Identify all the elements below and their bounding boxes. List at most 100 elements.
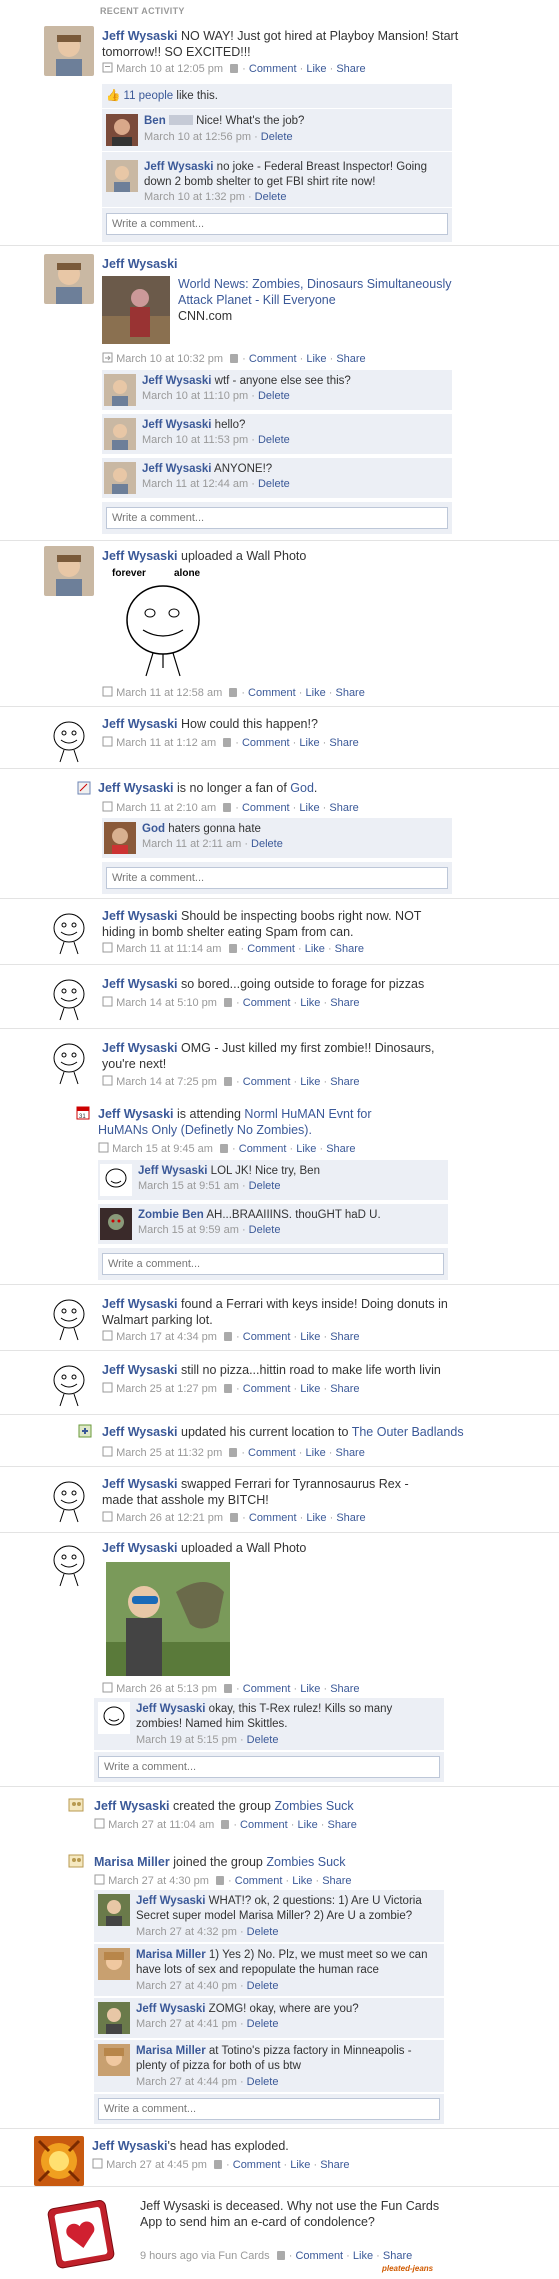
avatar[interactable]	[104, 462, 136, 494]
share-link[interactable]: Share	[383, 2250, 412, 2262]
like-link[interactable]: Like	[305, 943, 325, 955]
delete-link[interactable]: Delete	[249, 1224, 281, 1236]
comment-input[interactable]: Write a comment...	[106, 867, 448, 889]
forever-alone-avatar[interactable]	[44, 1036, 94, 1086]
comment-link[interactable]: Comment	[243, 997, 291, 1009]
avatar[interactable]	[106, 160, 138, 192]
author-name[interactable]: Jeff Wysaski	[102, 1041, 178, 1055]
explosion-avatar[interactable]	[34, 2136, 84, 2186]
avatar[interactable]	[98, 2002, 130, 2034]
commenter-name[interactable]: Jeff Wysaski	[136, 1895, 205, 1907]
forever-alone-avatar[interactable]	[44, 1292, 94, 1342]
like-link[interactable]: Like	[306, 1512, 326, 1524]
like-link[interactable]: Like	[299, 802, 319, 814]
author-name[interactable]: Jeff Wysaski	[94, 1799, 170, 1813]
author-name[interactable]: Jeff Wysaski	[98, 781, 174, 795]
avatar[interactable]	[98, 1948, 130, 1980]
forever-alone-avatar[interactable]	[44, 972, 94, 1022]
share-link[interactable]: Share	[336, 1512, 365, 1524]
share-link[interactable]: Share	[320, 2159, 349, 2171]
forever-alone-avatar[interactable]	[44, 1538, 94, 1588]
link-thumbnail[interactable]	[102, 276, 170, 344]
share-link[interactable]: Share	[327, 1819, 356, 1831]
delete-link[interactable]: Delete	[258, 478, 290, 490]
comment-link[interactable]: Comment	[248, 1447, 296, 1459]
author-name[interactable]: Jeff Wysaski	[102, 1363, 178, 1377]
share-link[interactable]: Share	[329, 802, 358, 814]
avatar[interactable]	[44, 254, 94, 304]
comment-link[interactable]: Comment	[247, 943, 295, 955]
forever-alone-avatar[interactable]	[44, 1474, 94, 1524]
commenter-name[interactable]: Jeff Wysaski	[142, 463, 211, 475]
comment-link[interactable]: Comment	[242, 737, 290, 749]
forever-alone-avatar[interactable]	[44, 906, 94, 956]
delete-link[interactable]: Delete	[258, 390, 290, 402]
like-link[interactable]: Like	[300, 997, 320, 1009]
location-link[interactable]: The Outer Badlands	[352, 1425, 464, 1439]
comment-link[interactable]: Comment	[235, 1875, 283, 1887]
comment-input[interactable]: Write a comment...	[106, 507, 448, 529]
forever-alone-avatar[interactable]	[98, 1702, 130, 1734]
commenter-name[interactable]: Zombie Ben	[138, 1209, 204, 1221]
like-link[interactable]: Like	[290, 2159, 310, 2171]
comment-input[interactable]: Write a comment...	[98, 2098, 440, 2120]
author-name[interactable]: Jeff Wysaski	[102, 29, 178, 43]
commenter-name[interactable]: Jeff Wysaski	[142, 419, 211, 431]
author-name[interactable]: Marisa Miller	[94, 1855, 170, 1869]
author-name[interactable]: Jeff Wysaski	[102, 717, 178, 731]
like-link[interactable]: Like	[300, 1683, 320, 1695]
comment-link[interactable]: Comment	[249, 353, 297, 365]
delete-link[interactable]: Delete	[247, 1926, 279, 1938]
avatar[interactable]	[104, 374, 136, 406]
like-link[interactable]: Like	[306, 1447, 326, 1459]
comment-input[interactable]: Write a comment...	[102, 1253, 444, 1275]
author-name[interactable]: Jeff Wysaski	[102, 977, 178, 991]
comment-link[interactable]: Comment	[243, 1076, 291, 1088]
fun-cards-app-icon[interactable]	[42, 2196, 122, 2272]
author-name[interactable]: Jeff Wysaski	[102, 1541, 178, 1555]
comment-link[interactable]: Comment	[295, 2250, 343, 2262]
like-link[interactable]: Like	[353, 2250, 373, 2262]
share-link[interactable]: Share	[330, 997, 359, 1009]
comment-link[interactable]: Comment	[239, 1143, 287, 1155]
forever-alone-avatar[interactable]	[44, 714, 94, 764]
like-link[interactable]: Like	[292, 1875, 312, 1887]
avatar[interactable]	[104, 418, 136, 450]
avatar[interactable]	[44, 26, 94, 76]
comment-input[interactable]: Write a comment...	[106, 213, 448, 235]
delete-link[interactable]: Delete	[247, 2076, 279, 2088]
share-link[interactable]: Share	[336, 353, 365, 365]
delete-link[interactable]: Delete	[247, 2018, 279, 2030]
share-link[interactable]: Share	[329, 737, 358, 749]
author-name[interactable]: Jeff Wysaski	[102, 549, 178, 563]
like-link[interactable]: Like	[298, 1819, 318, 1831]
comment-link[interactable]: Comment	[243, 1683, 291, 1695]
author-name[interactable]: Jeff Wysaski	[102, 1477, 178, 1491]
group-link[interactable]: Zombies Suck	[274, 1799, 353, 1813]
like-link[interactable]: Like	[306, 353, 326, 365]
comment-link[interactable]: Comment	[248, 687, 296, 699]
delete-link[interactable]: Delete	[251, 838, 283, 850]
delete-link[interactable]: Delete	[249, 1180, 281, 1192]
author-name[interactable]: Jeff Wysaski	[102, 909, 178, 923]
share-link[interactable]: Share	[330, 1076, 359, 1088]
link-title[interactable]: World News: Zombies, Dinosaurs Simultane…	[178, 276, 458, 308]
commenter-name[interactable]: Jeff Wysaski	[136, 1703, 205, 1715]
like-link[interactable]: Like	[299, 737, 319, 749]
author-name[interactable]: Jeff Wysaski	[102, 1297, 178, 1311]
commenter-name[interactable]: Jeff Wysaski	[144, 161, 213, 173]
delete-link[interactable]: Delete	[247, 1980, 279, 1992]
commenter-name[interactable]: Marisa Miller	[136, 1949, 206, 1961]
author-name[interactable]: Jeff Wysaski	[92, 2139, 168, 2153]
share-link[interactable]: Share	[335, 687, 364, 699]
like-link[interactable]: Like	[300, 1383, 320, 1395]
share-link[interactable]: Share	[336, 63, 365, 75]
forever-alone-avatar[interactable]	[44, 1358, 94, 1408]
page-link[interactable]: God	[290, 781, 314, 795]
share-link[interactable]: Share	[330, 1683, 359, 1695]
commenter-name[interactable]: God	[142, 823, 165, 835]
comment-link[interactable]: Comment	[240, 1819, 288, 1831]
comment-input[interactable]: Write a comment...	[98, 1756, 440, 1778]
comment-link[interactable]: Comment	[243, 1331, 291, 1343]
share-link[interactable]: Share	[335, 943, 364, 955]
